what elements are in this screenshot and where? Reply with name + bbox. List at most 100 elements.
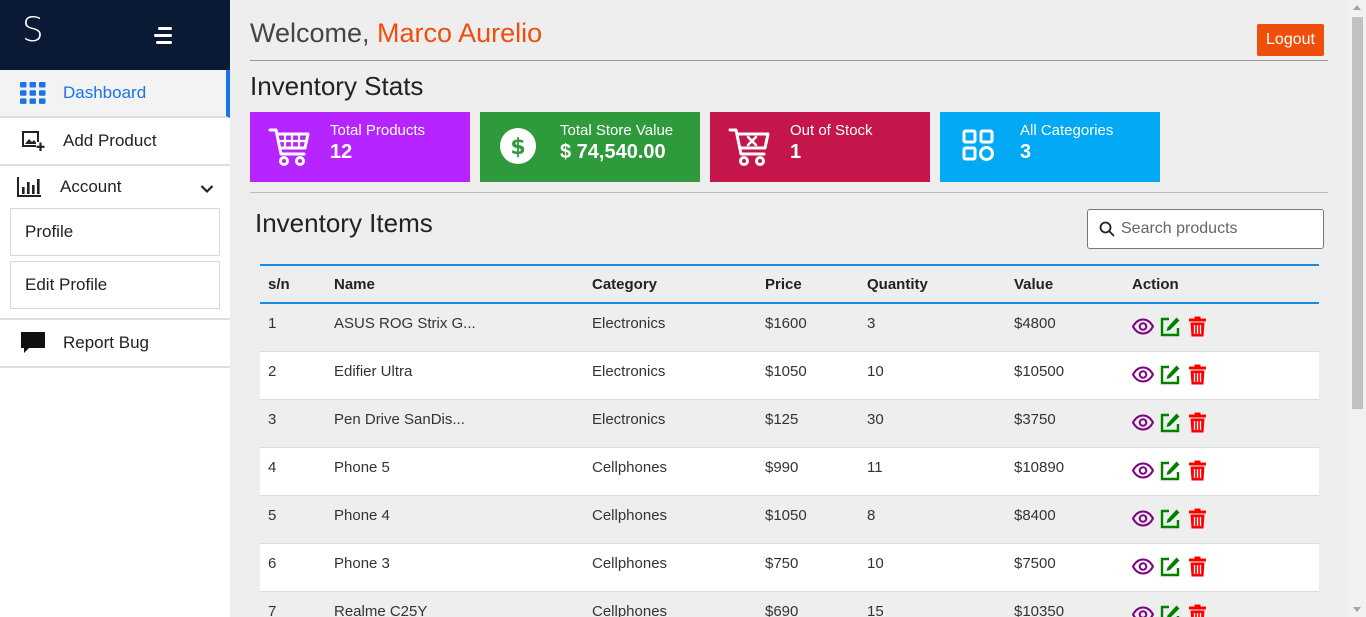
row-actions xyxy=(1131,316,1252,337)
trash-icon[interactable] xyxy=(1188,412,1209,433)
table-row: 3 Pen Drive SanDis... Electronics $125 30 $37… xyxy=(260,400,1319,448)
cell-value: $7500 xyxy=(1014,555,1056,572)
cell-name: Phone 3 xyxy=(334,555,390,572)
cell-quantity: 10 xyxy=(867,363,884,380)
column-header: Action xyxy=(1132,275,1179,293)
menu-toggle-icon[interactable] xyxy=(152,27,172,45)
eye-icon[interactable] xyxy=(1131,460,1155,481)
eye-icon[interactable] xyxy=(1131,364,1155,385)
edit-icon[interactable] xyxy=(1160,460,1181,481)
trash-icon[interactable] xyxy=(1188,604,1209,617)
cell-name: Realme C25Y xyxy=(334,603,428,617)
eye-icon[interactable] xyxy=(1131,604,1155,617)
trash-icon[interactable] xyxy=(1188,556,1209,577)
eye-icon[interactable] xyxy=(1131,316,1155,337)
grid-icon xyxy=(20,81,46,105)
cell-category: Electronics xyxy=(592,363,666,380)
cell-category: Electronics xyxy=(592,411,666,428)
main-content: Welcome, Marco Aurelio Logout Inventory … xyxy=(250,0,1328,617)
row-actions xyxy=(1131,364,1252,385)
cart-x-icon xyxy=(728,126,772,168)
scroll-down-icon[interactable] xyxy=(1353,607,1361,612)
eye-icon[interactable] xyxy=(1131,412,1155,433)
cell-value: $4800 xyxy=(1014,315,1056,332)
eye-icon[interactable] xyxy=(1131,508,1155,529)
user-name: Marco Aurelio xyxy=(377,18,543,48)
sidebar-item-edit-profile[interactable]: Edit Profile xyxy=(10,261,220,309)
column-header[interactable]: Category xyxy=(592,276,765,293)
column-header[interactable]: Value xyxy=(1014,276,1132,293)
dollar-icon: $ xyxy=(498,126,542,168)
cell-value: $10500 xyxy=(1014,363,1065,380)
bar-chart-icon xyxy=(16,175,42,199)
sidebar-item-account[interactable]: Account xyxy=(0,166,230,208)
sidebar-item-dashboard[interactable]: Dashboard xyxy=(0,70,230,118)
trash-icon[interactable] xyxy=(1188,460,1209,481)
cell-price: $1600 xyxy=(765,315,807,332)
row-actions xyxy=(1131,412,1252,433)
sidebar-item-add-product[interactable]: Add Product xyxy=(0,118,230,166)
stat-card-store-value: $ Total Store Value $ 74,540.00 xyxy=(480,112,700,182)
sidebar-item-profile[interactable]: Profile xyxy=(10,208,220,256)
divider xyxy=(250,192,1328,193)
cell-sn: 6 xyxy=(268,555,277,572)
cell-sn: 3 xyxy=(268,411,277,428)
search-input[interactable] xyxy=(1121,220,1311,238)
edit-icon[interactable] xyxy=(1160,316,1181,337)
cell-name: ASUS ROG Strix G... xyxy=(334,315,476,332)
table-row: 4 Phone 5 Cellphones $990 11 $10890 xyxy=(260,448,1319,496)
edit-icon[interactable] xyxy=(1160,508,1181,529)
cell-quantity: 15 xyxy=(867,603,884,617)
scrollbar-thumb[interactable] xyxy=(1352,17,1363,409)
edit-icon[interactable] xyxy=(1160,604,1181,617)
sidebar-item-report-bug[interactable]: Report Bug xyxy=(0,320,230,368)
logout-button[interactable]: Logout xyxy=(1257,24,1324,56)
stats-title: Inventory Stats xyxy=(250,71,424,101)
column-header[interactable]: Name xyxy=(334,276,592,293)
stat-label: All Categories xyxy=(1020,122,1114,139)
column-header[interactable]: s/n xyxy=(260,276,334,293)
categories-icon xyxy=(958,126,1002,168)
cell-price: $125 xyxy=(765,411,799,428)
row-actions xyxy=(1131,460,1252,481)
trash-icon[interactable] xyxy=(1188,316,1209,337)
cell-price: $990 xyxy=(765,459,799,476)
edit-icon[interactable] xyxy=(1160,556,1181,577)
cell-sn: 5 xyxy=(268,507,277,524)
chat-bubble-icon xyxy=(20,331,46,355)
chevron-down-icon[interactable] xyxy=(200,179,214,199)
trash-icon[interactable] xyxy=(1188,364,1209,385)
stat-value: $ 74,540.00 xyxy=(560,141,666,163)
scroll-up-icon[interactable] xyxy=(1353,5,1361,10)
row-actions xyxy=(1131,508,1252,529)
account-submenu: Profile Edit Profile xyxy=(0,208,230,320)
table-row: 6 Phone 3 Cellphones $750 10 $7500 xyxy=(260,544,1319,592)
stat-card-out-of-stock: Out of Stock 1 xyxy=(710,112,930,182)
edit-icon[interactable] xyxy=(1160,412,1181,433)
cell-sn: 4 xyxy=(268,459,277,476)
cell-price: $1050 xyxy=(765,507,807,524)
vertical-scrollbar[interactable] xyxy=(1349,0,1366,617)
stat-label: Total Products xyxy=(330,122,426,139)
cell-value: $10350 xyxy=(1014,603,1065,617)
edit-icon[interactable] xyxy=(1160,364,1181,385)
stat-value: 12 xyxy=(330,141,353,163)
cell-name: Edifier Ultra xyxy=(334,363,413,380)
cell-quantity: 8 xyxy=(867,507,876,524)
sidebar-item-label: Account xyxy=(60,177,122,196)
trash-icon[interactable] xyxy=(1188,508,1209,529)
column-header[interactable]: Quantity xyxy=(867,276,1014,293)
cell-category: Cellphones xyxy=(592,459,668,476)
table-row: 1 ASUS ROG Strix G... Electronics $1600 3 $48… xyxy=(260,304,1319,352)
cart-icon xyxy=(268,126,312,168)
brand-logo[interactable]: S xyxy=(22,10,44,50)
cell-category: Cellphones xyxy=(592,555,668,572)
column-header[interactable]: Price xyxy=(765,276,867,293)
welcome-greeting: Welcome, xyxy=(250,18,378,48)
table-row: 5 Phone 4 Cellphones $1050 8 $8400 xyxy=(260,496,1319,544)
cell-name: Phone 4 xyxy=(334,507,390,524)
search-icon xyxy=(1099,221,1115,237)
cell-quantity: 10 xyxy=(867,555,884,572)
cell-sn: 2 xyxy=(268,363,277,380)
eye-icon[interactable] xyxy=(1131,556,1155,577)
